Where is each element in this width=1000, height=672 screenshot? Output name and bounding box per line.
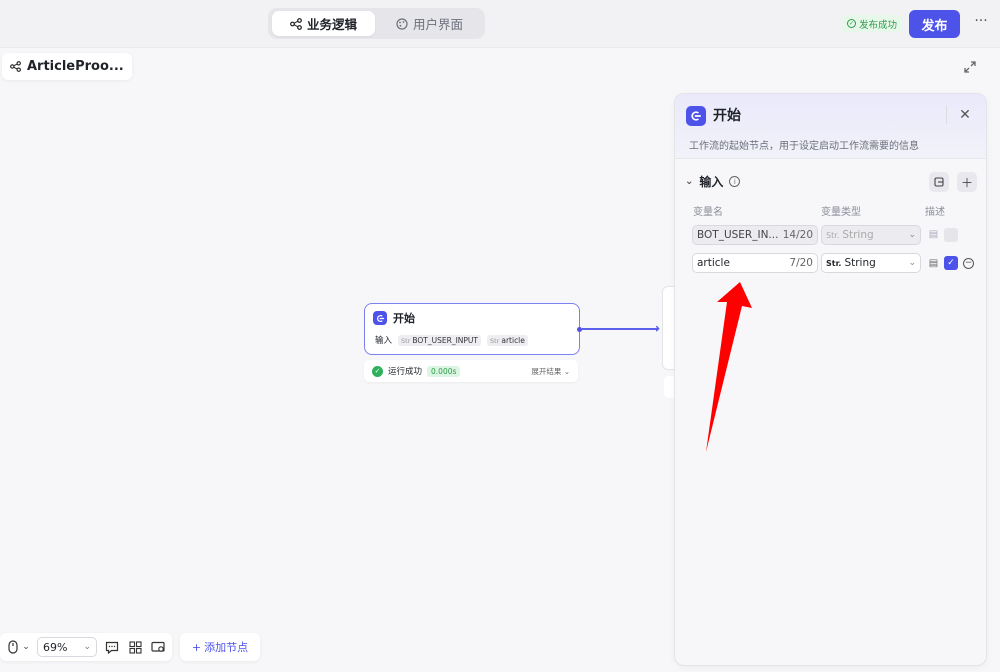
connection-line <box>582 328 657 330</box>
panel-header: 开始 ✕ 工作流的起始节点，用于设定启动工作流需要的信息 <box>675 94 986 159</box>
node-title: 开始 <box>393 312 415 325</box>
divider <box>946 106 947 124</box>
comment-icon[interactable] <box>104 639 120 655</box>
note-icon: ▤ <box>928 229 939 240</box>
status-label: 发布成功 <box>859 19 898 31</box>
tab-label: 用户界面 <box>412 17 463 32</box>
mode-switch: 业务逻辑 用户界面 <box>268 8 485 39</box>
panel-title: 开始 <box>713 108 741 124</box>
tab-label: 业务逻辑 <box>306 17 357 32</box>
input-section-header[interactable]: ⌄ 输入 i <box>685 173 741 190</box>
node-input-label: 输入 <box>375 336 393 346</box>
expand-icon[interactable] <box>962 59 978 75</box>
tab-user-interface[interactable]: 用户界面 <box>378 11 481 36</box>
tab-business-logic[interactable]: 业务逻辑 <box>272 11 375 36</box>
grid-icon[interactable] <box>127 639 143 655</box>
variable-name-field[interactable]: article 7/20 <box>692 253 818 273</box>
param-tag: Str BOT_USER_INPUT <box>398 334 481 346</box>
start-icon <box>686 106 706 126</box>
arrow-head-icon: ➜ <box>651 322 661 335</box>
run-result-bar: ✓ 运行成功 0.000s 展开结果 ⌄ <box>364 360 578 382</box>
variable-type-select: Str. String ⌄ <box>821 225 921 245</box>
close-icon[interactable]: ✕ <box>956 106 974 124</box>
variable-type-select[interactable]: Str. String ⌄ <box>821 253 921 273</box>
duration-badge: 0.000s <box>427 365 461 377</box>
required-checkbox <box>944 228 958 242</box>
section-title: 输入 <box>699 175 724 189</box>
column-header-type: 变量类型 <box>821 207 861 218</box>
run-status: 运行成功 <box>388 367 423 377</box>
node-inputs: 输入 Str BOT_USER_INPUT Str article <box>375 334 528 346</box>
param-tag: Str article <box>487 334 528 346</box>
column-header-name: 变量名 <box>693 207 723 218</box>
import-icon[interactable] <box>929 172 949 192</box>
more-options-button[interactable]: ··· <box>972 14 990 32</box>
top-bar: 业务逻辑 用户界面 ✓ 发布成功 发布 ··· <box>0 0 1000 46</box>
check-circle-icon: ✓ <box>847 19 856 28</box>
panel-description: 工作流的起始节点，用于设定启动工作流需要的信息 <box>689 141 919 152</box>
add-node-button[interactable]: + 添加节点 <box>180 633 260 661</box>
workflow-name-chip[interactable]: ArticleProo... <box>2 53 132 80</box>
publish-button[interactable]: 发布 <box>909 10 960 38</box>
palette-icon <box>396 17 408 30</box>
plus-icon: + <box>191 640 202 654</box>
expand-result-button[interactable]: 展开结果 ⌄ <box>531 366 570 377</box>
chevron-down-icon[interactable]: ⌄ <box>685 176 693 187</box>
node-header: 开始 <box>373 310 415 326</box>
info-icon[interactable]: i <box>729 176 741 187</box>
publish-status-badge: ✓ 发布成功 <box>842 15 903 32</box>
zoom-select[interactable]: 69% ⌄ <box>37 637 97 657</box>
workflow-name: ArticleProo... <box>27 59 124 74</box>
add-variable-button[interactable]: ＋ <box>957 172 977 192</box>
column-header-desc: 描述 <box>925 207 945 218</box>
variable-name-field: BOT_USER_IN... 14/20 <box>692 225 818 245</box>
monitor-icon[interactable] <box>150 639 166 655</box>
check-circle-icon: ✓ <box>372 365 383 377</box>
start-icon <box>373 311 387 325</box>
required-checkbox[interactable]: ✓ <box>944 256 958 270</box>
note-icon[interactable]: ▤ <box>927 257 940 270</box>
chevron-down-icon[interactable]: ⌄ <box>18 639 34 655</box>
workflow-icon <box>10 61 21 72</box>
canvas-toolbar: ⌄ 69% ⌄ <box>0 633 172 661</box>
minus-circle-icon[interactable]: − <box>963 258 974 269</box>
node-config-panel: 开始 ✕ 工作流的起始节点，用于设定启动工作流需要的信息 ⌄ 输入 i ＋ 变量… <box>674 93 987 666</box>
start-node[interactable]: 开始 输入 Str BOT_USER_INPUT Str article <box>364 303 582 355</box>
share-icon <box>290 17 302 30</box>
